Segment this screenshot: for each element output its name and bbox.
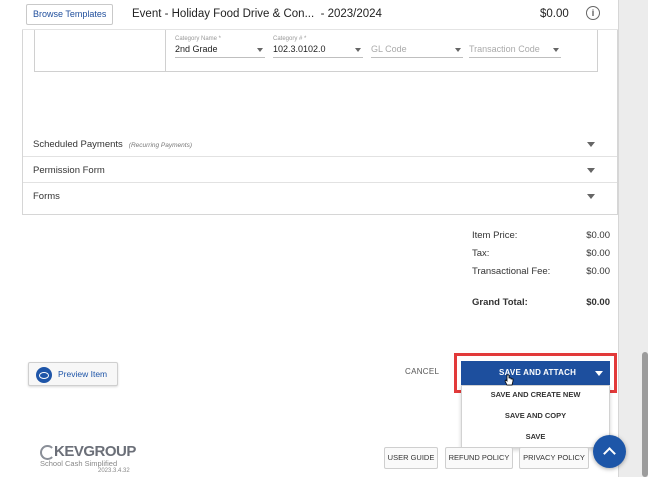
scrollbar-thumb[interactable] xyxy=(642,352,648,477)
preview-item-button[interactable]: Preview Item xyxy=(28,362,118,386)
item-year: - 2023/2024 xyxy=(320,8,382,20)
grand-total-row: Grand Total: $0.00 xyxy=(472,297,610,311)
section-scheduled-payments[interactable]: Scheduled Payments (Recurring Payments) xyxy=(22,131,618,157)
chevron-down-icon xyxy=(587,142,595,147)
hand-pointer-cursor-icon xyxy=(504,374,514,386)
section-title: Forms xyxy=(33,191,60,202)
app-version: 2023.3.4.32 xyxy=(98,468,130,474)
section-title: Permission Form xyxy=(33,165,105,176)
chevron-down-icon xyxy=(355,48,361,52)
fee-value: $0.00 xyxy=(586,266,610,277)
header-price: $0.00 xyxy=(540,8,569,20)
category-name-label: Category Name * xyxy=(175,36,222,42)
section-permission-form[interactable]: Permission Form xyxy=(22,157,618,183)
category-card: Category Name * 2nd Grade Category # * 1… xyxy=(34,30,598,72)
item-header: Browse Templates Event - Holiday Food Dr… xyxy=(22,0,618,30)
cancel-button[interactable]: CANCEL xyxy=(405,367,439,376)
category-name-select[interactable]: 2nd Grade xyxy=(175,44,265,58)
section-subtitle: (Recurring Payments) xyxy=(128,142,192,149)
fee-label: Transactional Fee: xyxy=(472,266,551,277)
user-guide-button[interactable]: USER GUIDE xyxy=(384,447,438,469)
info-icon[interactable]: i xyxy=(586,6,600,20)
eye-icon xyxy=(36,367,52,383)
chevron-down-icon xyxy=(257,48,263,52)
logo-mark-icon xyxy=(40,445,55,460)
gl-code-select[interactable]: GL Code xyxy=(371,44,463,58)
transaction-code-field[interactable]: Transaction Code xyxy=(469,36,561,58)
tax-label: Tax: xyxy=(472,248,490,259)
chevron-down-icon[interactable] xyxy=(595,371,603,376)
browse-templates-button[interactable]: Browse Templates xyxy=(26,4,114,25)
logo-wordmark: KEVGROUP xyxy=(54,443,136,460)
tax-value: $0.00 xyxy=(586,248,610,259)
category-number-field[interactable]: Category # * 102.3.0102.0 xyxy=(273,36,363,58)
gl-code-field[interactable]: GL Code xyxy=(371,36,463,58)
menu-item-save-and-create-new[interactable]: SAVE AND CREATE NEW xyxy=(462,386,609,404)
section-forms[interactable]: Forms xyxy=(22,183,618,209)
category-number-value: 102.3.0102.0 xyxy=(273,44,326,54)
privacy-policy-button[interactable]: PRIVACY POLICY xyxy=(519,447,589,469)
item-title: Event - Holiday Food Drive & Con... - 20… xyxy=(132,8,382,20)
menu-item-save[interactable]: SAVE xyxy=(462,428,609,446)
category-number-select[interactable]: 102.3.0102.0 xyxy=(273,44,363,58)
tax-row: Tax: $0.00 xyxy=(472,248,610,262)
grand-total-label: Grand Total: xyxy=(472,297,528,308)
item-title-text: Event - Holiday Food Drive & Con... xyxy=(132,8,315,20)
item-price-value: $0.00 xyxy=(586,230,610,241)
refund-policy-button[interactable]: REFUND POLICY xyxy=(445,447,513,469)
fee-row: Transactional Fee: $0.00 xyxy=(472,266,610,280)
menu-item-save-and-copy[interactable]: SAVE AND COPY xyxy=(462,407,609,425)
logo-tagline: School Cash Simplified xyxy=(40,459,118,468)
kevgroup-logo: KEVGROUP School Cash Simplified xyxy=(40,443,150,473)
preview-item-label: Preview Item xyxy=(58,369,108,379)
category-name-field[interactable]: Category Name * 2nd Grade xyxy=(175,36,265,58)
chevron-down-icon xyxy=(587,194,595,199)
category-name-value: 2nd Grade xyxy=(175,44,218,54)
chevron-down-icon xyxy=(455,48,461,52)
section-title-text: Scheduled Payments xyxy=(33,139,123,150)
grand-total-value: $0.00 xyxy=(586,297,610,308)
transaction-code-select[interactable]: Transaction Code xyxy=(469,44,561,58)
scroll-to-top-button[interactable] xyxy=(593,435,626,468)
chevron-down-icon xyxy=(587,168,595,173)
transaction-code-placeholder: Transaction Code xyxy=(469,44,540,54)
item-price-row: Item Price: $0.00 xyxy=(472,230,610,244)
card-divider xyxy=(165,30,166,71)
gl-code-placeholder: GL Code xyxy=(371,44,407,54)
category-number-label: Category # * xyxy=(273,36,307,42)
save-and-attach-button[interactable]: SAVE AND ATTACH xyxy=(461,361,610,385)
section-title: Scheduled Payments (Recurring Payments) xyxy=(33,139,192,150)
item-price-label: Item Price: xyxy=(472,230,518,241)
save-options-menu: SAVE AND CREATE NEW SAVE AND COPY SAVE xyxy=(461,385,610,448)
chevron-down-icon xyxy=(553,48,559,52)
